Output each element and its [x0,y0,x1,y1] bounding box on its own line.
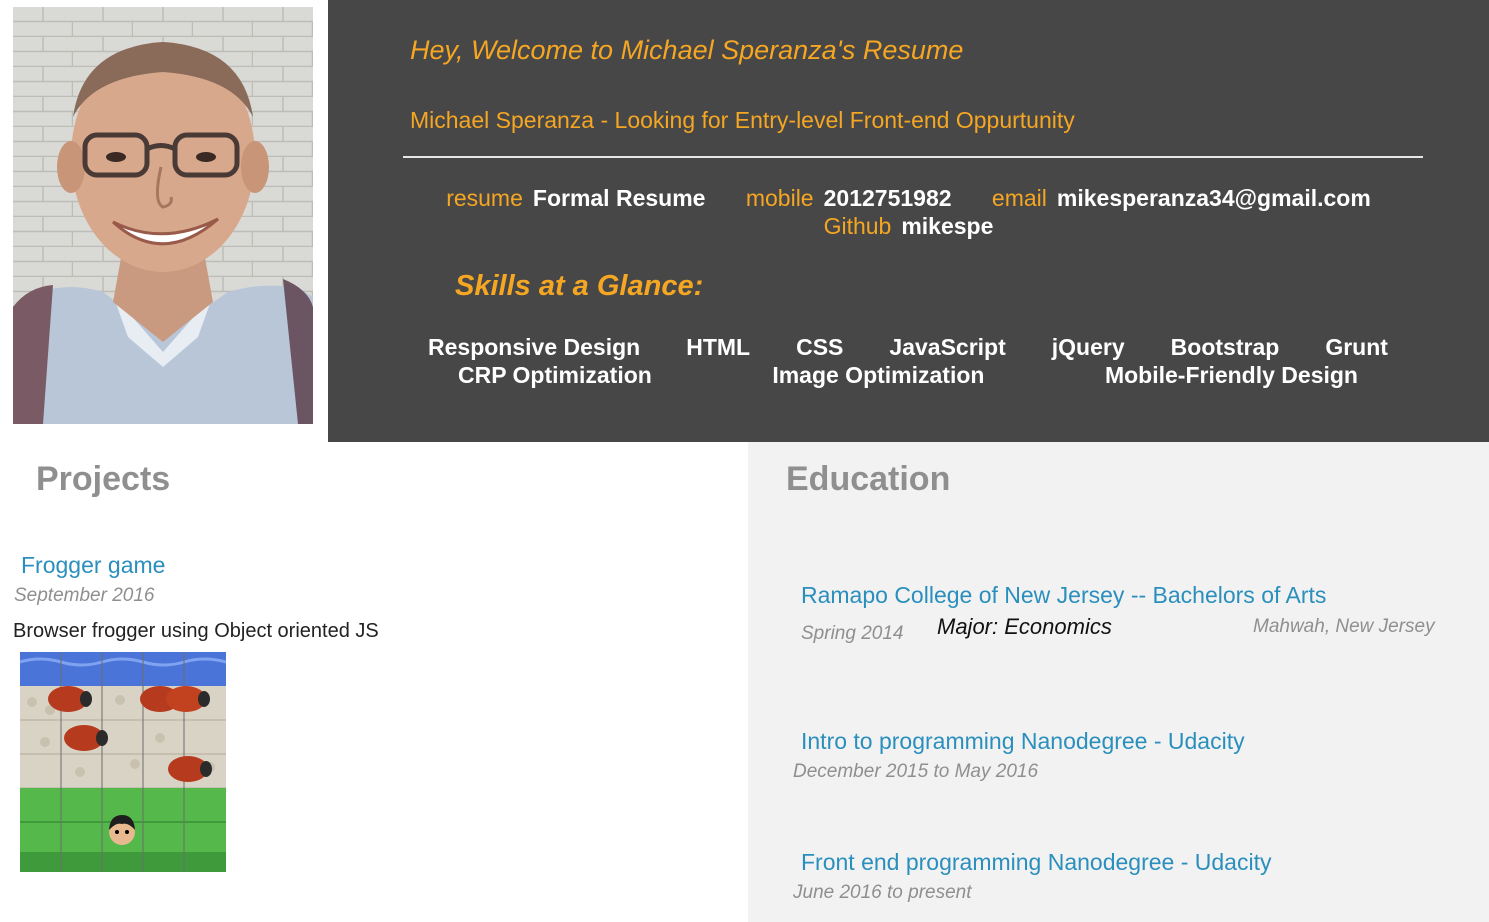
education-date: Spring 2014 [801,623,904,644]
skill-item: Mobile-Friendly Design [1104,362,1358,388]
header-divider [403,156,1423,158]
resume-page: Hey, Welcome to Michael Speranza's Resum… [0,0,1489,922]
contact-mobile: mobile 2012751982 [746,184,952,212]
project-date: September 2016 [14,585,155,606]
contact-label: email [991,185,1047,211]
frogger-game-screenshot[interactable] [20,652,226,872]
skill-item: jQuery [1051,334,1125,360]
resume-header: Hey, Welcome to Michael Speranza's Resum… [328,0,1489,442]
skill-item: CSS [796,334,844,360]
tagline: Michael Speranza - Looking for Entry-lev… [410,107,1075,133]
education-heading: Education [786,460,951,498]
contact-label: Github [823,213,892,239]
contact-resume: resume Formal Resume [446,184,705,212]
formal-resume-link[interactable]: Formal Resume [533,185,706,211]
contact-email: email mikesperanza34@gmail.com [992,184,1371,212]
education-date: December 2015 to May 2016 [793,761,1039,782]
contact-github: Github mikespe [824,212,994,240]
skills-list: Responsive Design HTML CSS JavaScript jQ… [428,333,1398,389]
welcome-heading: Hey, Welcome to Michael Speranza's Resum… [410,35,964,65]
mobile-number: 2012751982 [823,185,952,211]
skill-item: Grunt [1325,334,1388,360]
education-date: June 2016 to present [793,882,972,903]
skill-item: HTML [686,334,751,360]
projects-section: Projects Frogger game September 2016 Bro… [0,442,748,922]
skill-item: JavaScript [889,334,1006,360]
education-location: Mahwah, New Jersey [1253,616,1435,637]
skill-item: Bootstrap [1170,334,1280,360]
contact-label: resume [446,185,523,211]
skills-heading: Skills at a Glance: [455,270,704,302]
projects-heading: Projects [36,460,171,498]
email-link[interactable]: mikesperanza34@gmail.com [1057,185,1371,211]
education-major: Major: Economics [937,614,1112,639]
skill-item: Responsive Design [428,334,641,360]
education-title-link[interactable]: Ramapo College of New Jersey -- Bachelor… [801,582,1326,609]
education-section: Education Ramapo College of New Jersey -… [748,442,1489,922]
contact-label: mobile [745,185,814,211]
profile-photo [13,7,313,424]
contact-list: resume Formal Resume mobile 2012751982 ema… [328,184,1489,240]
project-title-link[interactable]: Frogger game [21,552,165,579]
project-description: Browser frogger using Object oriented JS [13,620,379,642]
github-link[interactable]: mikespe [901,213,993,239]
education-title-link[interactable]: Front end programming Nanodegree - Udaci… [801,849,1271,876]
skill-item: CRP Optimization [458,362,652,388]
skill-item: Image Optimization [772,362,985,388]
education-title-link[interactable]: Intro to programming Nanodegree - Udacit… [801,728,1245,755]
